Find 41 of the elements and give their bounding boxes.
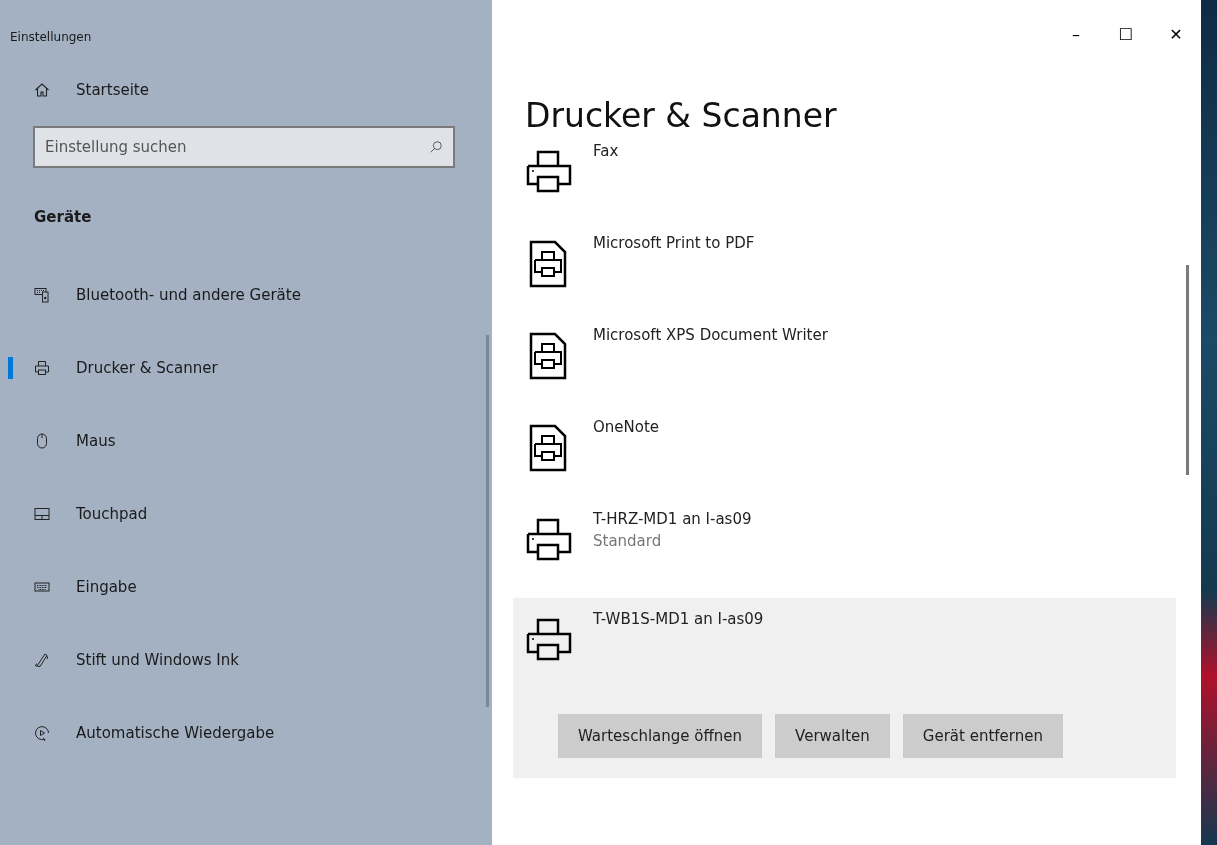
- keyboard-icon: [34, 579, 50, 595]
- touchpad-icon: [34, 506, 50, 522]
- printer-item[interactable]: Microsoft XPS Document Writer: [513, 322, 1176, 406]
- printer-name: OneNote: [593, 418, 660, 436]
- search-field[interactable]: Einstellung suchen: [33, 126, 455, 168]
- nav-item[interactable]: Touchpad: [0, 502, 492, 526]
- printer-name: T-HRZ-MD1 an I-as09: [593, 510, 752, 528]
- nav-item[interactable]: Maus: [0, 429, 492, 453]
- nav-item[interactable]: Drucker & Scanner: [0, 356, 492, 380]
- scrollbar[interactable]: [1186, 265, 1189, 475]
- nav-item[interactable]: Bluetooth- und andere Geräte: [0, 283, 492, 307]
- printer-icon: [34, 360, 50, 376]
- printer-item[interactable]: Fax: [513, 138, 1176, 222]
- printer-name: Microsoft XPS Document Writer: [593, 326, 828, 344]
- window-control[interactable]: –: [1051, 14, 1101, 54]
- printer-item[interactable]: T-WB1S-MD1 an I-as09 Warteschlange öffnen Verwalten Gerät entfernen: [513, 598, 1176, 778]
- pen-icon: [34, 652, 50, 668]
- scrollbar[interactable]: [486, 335, 489, 707]
- nav-item[interactable]: Eingabe: [0, 575, 492, 599]
- window-control[interactable]: ☐: [1101, 14, 1151, 54]
- nav-item[interactable]: Automatische Wiedergabe: [0, 721, 492, 745]
- printer-name: Microsoft Print to PDF: [593, 234, 755, 252]
- search-icon: [429, 140, 443, 154]
- nav-item[interactable]: Stift und Windows Ink: [0, 648, 492, 672]
- printer-item[interactable]: T-HRZ-MD1 an I-as09 Standard: [513, 506, 1176, 590]
- page-title: Drucker & Scanner: [525, 96, 838, 136]
- keyboard-phone-icon: [34, 287, 50, 303]
- printer-name: Fax: [593, 142, 619, 160]
- printer-status: Standard: [593, 532, 663, 550]
- printer-name: T-WB1S-MD1 an I-as09: [593, 610, 764, 628]
- mouse-icon: [34, 433, 50, 449]
- printer-item[interactable]: Microsoft Print to PDF: [513, 230, 1176, 314]
- home-link[interactable]: Startseite: [0, 78, 149, 102]
- action-button[interactable]: Verwalten: [775, 714, 890, 758]
- action-button[interactable]: Warteschlange öffnen: [558, 714, 763, 758]
- autoplay-icon: [34, 725, 50, 741]
- home-icon: [34, 82, 50, 98]
- action-button[interactable]: Gerät entfernen: [902, 714, 1063, 758]
- window-control[interactable]: ✕: [1151, 14, 1201, 54]
- section-heading: Geräte: [34, 208, 93, 228]
- printer-item[interactable]: OneNote: [513, 414, 1176, 498]
